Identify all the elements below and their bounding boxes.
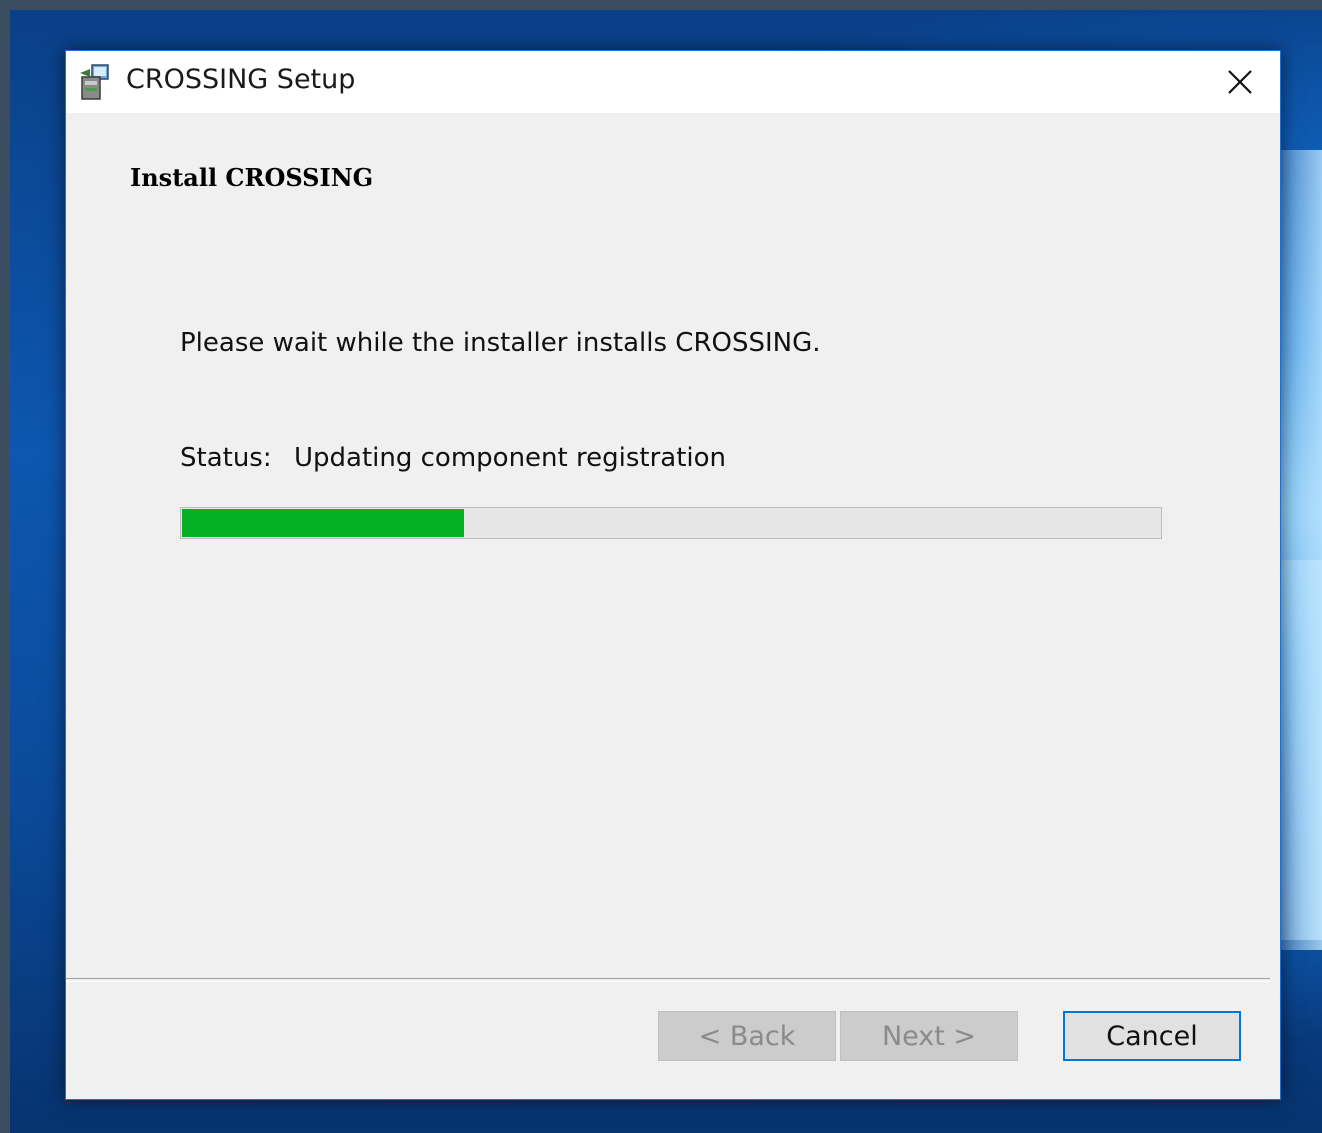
footer-separator xyxy=(66,978,1270,982)
title-bar[interactable]: CROSSING Setup xyxy=(66,51,1280,113)
status-value: Updating component registration xyxy=(294,443,726,473)
window-title: CROSSING Setup xyxy=(126,64,356,95)
progress-fill xyxy=(182,509,465,537)
close-icon xyxy=(1228,70,1252,94)
cancel-button[interactable]: Cancel xyxy=(1063,1011,1241,1061)
installer-icon xyxy=(78,63,112,101)
setup-dialog: CROSSING Setup Install CROSSING Please w… xyxy=(65,50,1281,1100)
install-progress-bar xyxy=(180,507,1162,539)
back-button[interactable]: < Back xyxy=(658,1011,836,1061)
next-button[interactable]: Next > xyxy=(840,1011,1018,1061)
install-message: Please wait while the installer installs… xyxy=(180,328,821,358)
status-label: Status: xyxy=(180,443,272,473)
close-button[interactable] xyxy=(1200,51,1280,113)
page-heading: Install CROSSING xyxy=(130,163,374,192)
